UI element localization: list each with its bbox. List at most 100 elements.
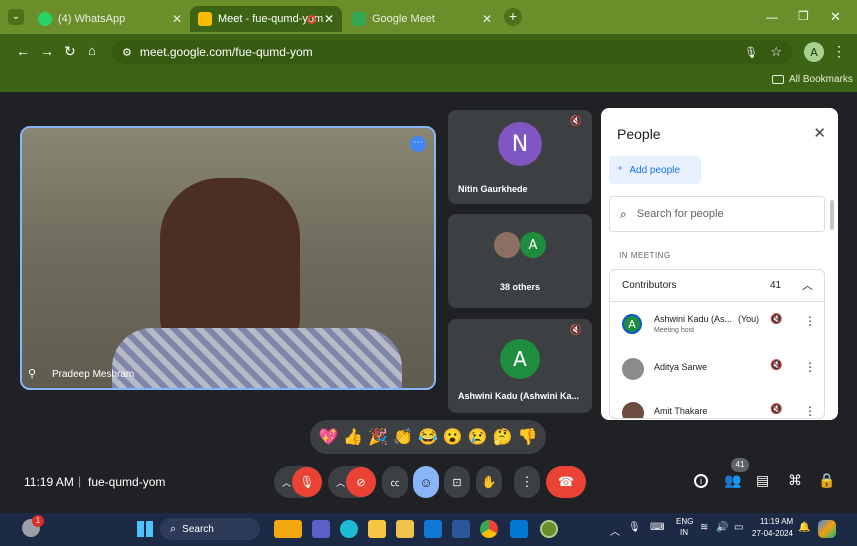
camera-off-button[interactable]: ⊘ [346, 467, 376, 497]
back-icon[interactable]: ← [16, 43, 30, 59]
search-icon: ⌕ [170, 522, 177, 535]
people-badge: 41 [731, 458, 749, 472]
battery-icon[interactable]: ▭ [734, 522, 743, 533]
reaction-surprised[interactable]: 😮 [443, 427, 463, 447]
restore-button[interactable]: ❐ [798, 9, 809, 23]
member-row[interactable]: A Ashwini Kadu (As... (You) Meeting host… [610, 308, 824, 346]
close-icon[interactable]: ✕ [172, 12, 182, 26]
close-icon[interactable]: ✕ [813, 124, 826, 142]
word-icon[interactable] [452, 520, 470, 538]
tab-whatsapp[interactable]: (4) WhatsApp ✕ [30, 6, 190, 32]
more-options-button[interactable]: ⋮ [514, 466, 540, 498]
close-icon[interactable]: ✕ [482, 12, 492, 26]
more-options-icon[interactable]: ⋮ [804, 314, 816, 328]
mail-icon[interactable] [424, 520, 442, 538]
pin-icon[interactable]: ⚲ [28, 367, 36, 380]
chrome-icon[interactable] [480, 520, 498, 538]
minimize-button[interactable]: — [766, 10, 778, 24]
chevron-up-icon[interactable]: ︿ [336, 476, 345, 489]
tile-more-button[interactable]: ⋯ [410, 136, 426, 152]
chevron-up-icon[interactable]: ︿ [802, 277, 813, 293]
reload-icon[interactable]: ↻ [64, 43, 76, 60]
people-search-field[interactable]: ⌕ Search for people [609, 196, 825, 232]
reactions-button[interactable]: ☺ [413, 466, 439, 498]
notification-bell-icon[interactable]: 🔔 [798, 522, 810, 533]
contributors-header[interactable]: Contributors 41 ︿ [610, 270, 824, 302]
meeting-info-icon[interactable]: i [694, 474, 708, 488]
new-tab-button[interactable]: + [504, 8, 522, 26]
notification-count: 1 [32, 515, 44, 527]
activities-icon[interactable]: ⌘ [788, 472, 802, 489]
volume-icon[interactable]: 🔊 [716, 522, 728, 533]
others-count: 38 others [499, 282, 541, 292]
leave-call-button[interactable]: ☎ [546, 466, 586, 498]
clock-time[interactable]: 11:19 AM [760, 517, 793, 526]
chat-icon[interactable]: ▤ [756, 472, 769, 489]
member-row[interactable]: Amit Thakare 🔇 ⋮ [610, 394, 824, 418]
mic-off-button[interactable]: 🎙 [292, 467, 322, 497]
profile-avatar[interactable]: A [804, 42, 824, 62]
mic-icon[interactable]: 🎙 [744, 46, 758, 59]
member-photo-avatar [622, 402, 644, 418]
others-tile[interactable]: A 38 others [448, 214, 592, 308]
raise-hand-button[interactable]: ✋ [476, 466, 502, 498]
reaction-heart[interactable]: 💖 [318, 427, 338, 447]
reaction-laugh[interactable]: 😂 [418, 427, 438, 447]
site-info-icon[interactable]: ⚙ [122, 46, 132, 59]
tab-google-meet[interactable]: Google Meet ✕ [344, 6, 500, 32]
more-options-icon[interactable]: ⋮ [804, 404, 816, 418]
home-icon[interactable]: ⌂ [88, 43, 96, 58]
reaction-thumbs-down[interactable]: 👎 [517, 427, 537, 447]
host-controls-icon[interactable]: 🔒 [818, 472, 835, 489]
window-close-button[interactable]: ✕ [830, 9, 841, 25]
reaction-clap[interactable]: 👏 [393, 427, 413, 447]
menu-icon[interactable]: ⋮ [832, 43, 846, 60]
tray-keyboard-icon[interactable]: ⌨ [650, 522, 664, 533]
calendar-icon[interactable] [396, 520, 414, 538]
tab-search-icon[interactable]: ⌄ [8, 9, 24, 25]
mic-off-icon: 🔇 [569, 325, 582, 336]
lang-label[interactable]: ENG [676, 517, 693, 526]
copilot-icon[interactable] [818, 520, 836, 538]
meet-icon [352, 12, 366, 26]
address-bar[interactable]: ⚙ meet.google.com/fue-qumd-yom 🎙 ☆ [112, 40, 792, 64]
reaction-thinking[interactable]: 🤔 [493, 427, 513, 447]
file-explorer-icon[interactable] [368, 520, 386, 538]
participant-video [160, 178, 300, 348]
member-row[interactable]: Aditya Sarwe 🔇 ⋮ [610, 352, 824, 390]
tray-mic-icon[interactable]: 🎙 [628, 522, 641, 533]
store-icon[interactable] [510, 520, 528, 538]
more-options-icon[interactable]: ⋮ [804, 360, 816, 374]
widgets-icon[interactable] [274, 520, 302, 538]
teams-icon[interactable] [312, 520, 330, 538]
panel-scrollbar[interactable] [830, 200, 834, 230]
member-name: Amit Thakare [654, 406, 708, 416]
bookmark-star-icon[interactable]: ☆ [770, 44, 782, 60]
clock-date[interactable]: 27-04-2024 [752, 529, 793, 538]
add-people-button[interactable]: ⁺ Add people [609, 156, 701, 184]
tray-chevron-up-icon[interactable]: ︿ [610, 523, 620, 538]
wifi-icon[interactable]: ≋ [700, 522, 708, 533]
chevron-up-icon[interactable]: ︿ [282, 476, 291, 489]
people-icon[interactable]: 👥 [724, 472, 741, 489]
group-count: 41 [770, 280, 782, 291]
all-bookmarks-label[interactable]: All Bookmarks [789, 74, 853, 85]
participant-tile[interactable]: 🔇 N Nitin Gaurkhede [448, 110, 592, 204]
windows-start-icon[interactable] [137, 521, 153, 537]
captions-button[interactable]: ㏄ [382, 466, 408, 498]
taskbar-search-box[interactable]: ⌕ Search [160, 518, 260, 540]
windows-taskbar: 1 ⌕ Search ︿ 🎙 ⌨ ENG IN ≋ 🔊 ▭ 11:19 AM 2… [0, 513, 857, 546]
region-label[interactable]: IN [680, 528, 688, 537]
reaction-thumbs-up[interactable]: 👍 [343, 427, 363, 447]
close-icon[interactable]: ✕ [324, 12, 334, 26]
member-name: Aditya Sarwe [654, 362, 708, 372]
edge-icon[interactable] [340, 520, 358, 538]
present-button[interactable]: ⊡ [444, 466, 470, 498]
forward-icon[interactable]: → [40, 43, 54, 59]
participant-tile[interactable]: 🔇 A Ashwini Kadu (Ashwini Ka... [448, 319, 592, 413]
reaction-sad[interactable]: 😢 [468, 427, 488, 447]
reaction-party[interactable]: 🎉 [368, 427, 388, 447]
chrome-profile-icon[interactable] [540, 520, 558, 538]
tab-meet[interactable]: Meet - fue-qumd-yom ✕ [190, 6, 342, 32]
main-video-tile[interactable]: ⋯ ⚲ Pradeep Meshram [20, 126, 436, 390]
